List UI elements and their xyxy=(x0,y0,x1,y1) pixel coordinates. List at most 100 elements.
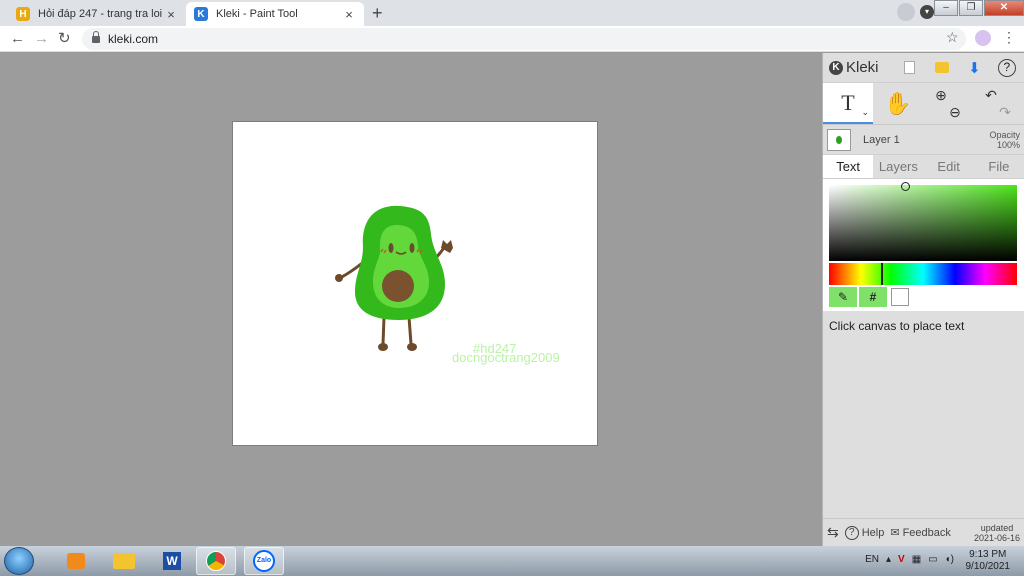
action-center-icon[interactable]: ▭ xyxy=(928,554,937,565)
layer-thumbnail xyxy=(827,128,851,151)
network-icon[interactable]: ▦ xyxy=(912,554,921,565)
panel-footer: ⇆ ? Help ✉ Feedback updated 2021-06-16 xyxy=(823,518,1024,546)
canvas-workspace[interactable]: #hd247 docngoctrang2009 xyxy=(0,53,822,546)
window-close-button[interactable]: ✕ xyxy=(984,0,1024,16)
hue-slider[interactable] xyxy=(829,263,1017,285)
watermark-username: docngoctrang2009 xyxy=(452,350,560,365)
zalo-icon[interactable]: Zalo xyxy=(244,547,284,575)
chevron-down-icon[interactable]: ⌄ xyxy=(861,107,869,118)
feedback-icon: ✉ xyxy=(890,527,900,539)
word-icon[interactable]: W xyxy=(152,547,192,575)
saturation-value-field[interactable] xyxy=(829,182,1017,261)
hue-slider-handle[interactable] xyxy=(881,263,883,285)
layer-name: Layer 1 xyxy=(863,133,900,146)
tool-row: T ⌄ ✋ ⊕ ⊖ ↶ ↷ xyxy=(823,83,1024,125)
tab-search-icon[interactable]: ▾ xyxy=(920,5,934,19)
open-folder-icon[interactable] xyxy=(931,56,953,80)
antivirus-icon[interactable]: V xyxy=(898,554,905,565)
start-button[interactable] xyxy=(4,547,34,575)
language-indicator[interactable]: EN xyxy=(865,554,879,565)
opacity-value: 100% xyxy=(996,139,1020,150)
new-image-icon[interactable] xyxy=(899,56,921,80)
tab-text[interactable]: Text xyxy=(823,155,874,178)
eyedropper-button[interactable]: ✎ xyxy=(829,287,857,307)
tab-layers[interactable]: Layers xyxy=(873,155,923,178)
avocado-drawing xyxy=(335,205,453,351)
feedback-label: Feedback xyxy=(902,526,951,539)
file-explorer-icon[interactable] xyxy=(104,547,144,575)
layer-opacity: Opacity 100% xyxy=(989,130,1020,150)
tool-hint: Click canvas to place text xyxy=(829,319,965,333)
updated-date: 2021-06-16 xyxy=(973,532,1020,543)
profile-icon[interactable] xyxy=(897,3,915,21)
tool-panel: K Kleki ⬇ ? T ⌄ ✋ ⊕ ⊖ ↶ ↷ Layer 1 Opacit… xyxy=(822,53,1024,546)
tab-hoidap[interactable]: H Hỏi đáp 247 - trang tra loi × xyxy=(8,2,186,26)
help-icon[interactable]: ? xyxy=(996,56,1018,80)
tab-title: Kleki - Paint Tool xyxy=(216,8,298,20)
close-tab-icon[interactable]: × xyxy=(164,7,178,22)
new-tab-button[interactable]: + xyxy=(372,3,383,23)
hoidap-favicon-icon: H xyxy=(16,7,30,21)
zoom-controls: ⊕ ⊖ xyxy=(923,83,973,124)
zoom-in-icon[interactable]: ⊕ xyxy=(935,87,947,104)
swap-side-icon[interactable]: ⇆ xyxy=(827,524,839,541)
panel-top-bar: K Kleki ⬇ ? xyxy=(823,53,1024,83)
lock-icon xyxy=(92,30,100,43)
tray-expand-icon[interactable]: ▴ xyxy=(886,554,891,565)
forward-arrow-icon[interactable]: → xyxy=(34,29,49,49)
browser-tab-strip: H Hỏi đáp 247 - trang tra loi × K Kleki … xyxy=(0,0,1024,26)
eyedropper-icon: ✎ xyxy=(837,290,849,304)
browser-toolbar: ← → ↻ kleki.com ☆ ⋮ xyxy=(0,26,1024,52)
reload-icon[interactable]: ↻ xyxy=(58,29,71,49)
hand-icon: ✋ xyxy=(884,90,912,116)
panel-tabs: Text Layers Edit File xyxy=(823,155,1024,179)
tab-edit[interactable]: Edit xyxy=(924,155,974,178)
secondary-color-swatch[interactable] xyxy=(891,288,909,306)
kleki-logo-icon: K xyxy=(829,60,843,75)
minimize-button[interactable]: – xyxy=(934,0,958,16)
system-clock[interactable]: 9:13 PM 9/10/2021 xyxy=(966,549,1011,573)
tab-title: Hỏi đáp 247 - trang tra loi xyxy=(38,8,163,20)
picker-tools: ✎ # xyxy=(829,287,1018,307)
tab-file[interactable]: File xyxy=(974,155,1024,178)
chrome-icon[interactable] xyxy=(196,547,236,575)
close-tab-icon[interactable]: × xyxy=(342,7,356,22)
windows-taskbar: W Zalo EN ▴ V ▦ ▭ ◖) 9:13 PM 9/10/2021 xyxy=(0,546,1024,576)
help-circle-icon: ? xyxy=(844,525,859,540)
maximize-button[interactable]: ❐ xyxy=(959,0,983,16)
kleki-logo: K Kleki xyxy=(829,59,879,76)
drawing-canvas[interactable]: #hd247 docngoctrang2009 xyxy=(232,121,598,446)
tab-kleki[interactable]: K Kleki - Paint Tool × xyxy=(186,2,364,26)
url-text: kleki.com xyxy=(108,32,159,46)
back-arrow-icon[interactable]: ← xyxy=(10,29,25,49)
undo-icon[interactable]: ↶ xyxy=(985,87,997,104)
clock-time: 9:13 PM xyxy=(969,549,1007,560)
app-name: Kleki xyxy=(846,59,879,76)
volume-icon[interactable]: ◖) xyxy=(945,554,954,565)
updated-label: updated xyxy=(980,522,1014,533)
media-player-icon[interactable] xyxy=(56,547,96,575)
active-layer-row[interactable]: Layer 1 Opacity 100% xyxy=(823,125,1024,155)
color-picker: ✎ # xyxy=(823,179,1024,311)
history-controls: ↶ ↷ xyxy=(973,83,1023,124)
help-link[interactable]: ? Help xyxy=(844,525,885,540)
hand-tool-button[interactable]: ✋ xyxy=(873,83,923,124)
clock-date: 9/10/2021 xyxy=(965,561,1011,572)
text-tool-icon: T xyxy=(841,89,855,115)
feedback-link[interactable]: ✉ Feedback xyxy=(890,526,951,540)
updated-info: updated 2021-06-16 xyxy=(974,523,1020,543)
hex-input-button[interactable]: # xyxy=(859,287,887,307)
address-bar[interactable]: kleki.com xyxy=(82,28,966,50)
text-tool-button[interactable]: T ⌄ xyxy=(823,83,873,124)
extension-icon[interactable] xyxy=(975,30,991,46)
bookmark-star-icon[interactable]: ☆ xyxy=(946,29,959,46)
window-controls: – ❐ ✕ xyxy=(933,0,1024,18)
download-icon[interactable]: ⬇ xyxy=(963,56,985,80)
help-label: Help xyxy=(861,526,885,539)
redo-icon[interactable]: ↷ xyxy=(999,104,1011,121)
sv-cursor-handle[interactable] xyxy=(901,182,910,191)
zoom-out-icon[interactable]: ⊖ xyxy=(949,104,961,121)
browser-menu-icon[interactable]: ⋮ xyxy=(1002,29,1016,46)
system-tray: EN ▴ V ▦ ▭ ◖) xyxy=(865,554,954,565)
opacity-label: Opacity xyxy=(989,129,1020,140)
